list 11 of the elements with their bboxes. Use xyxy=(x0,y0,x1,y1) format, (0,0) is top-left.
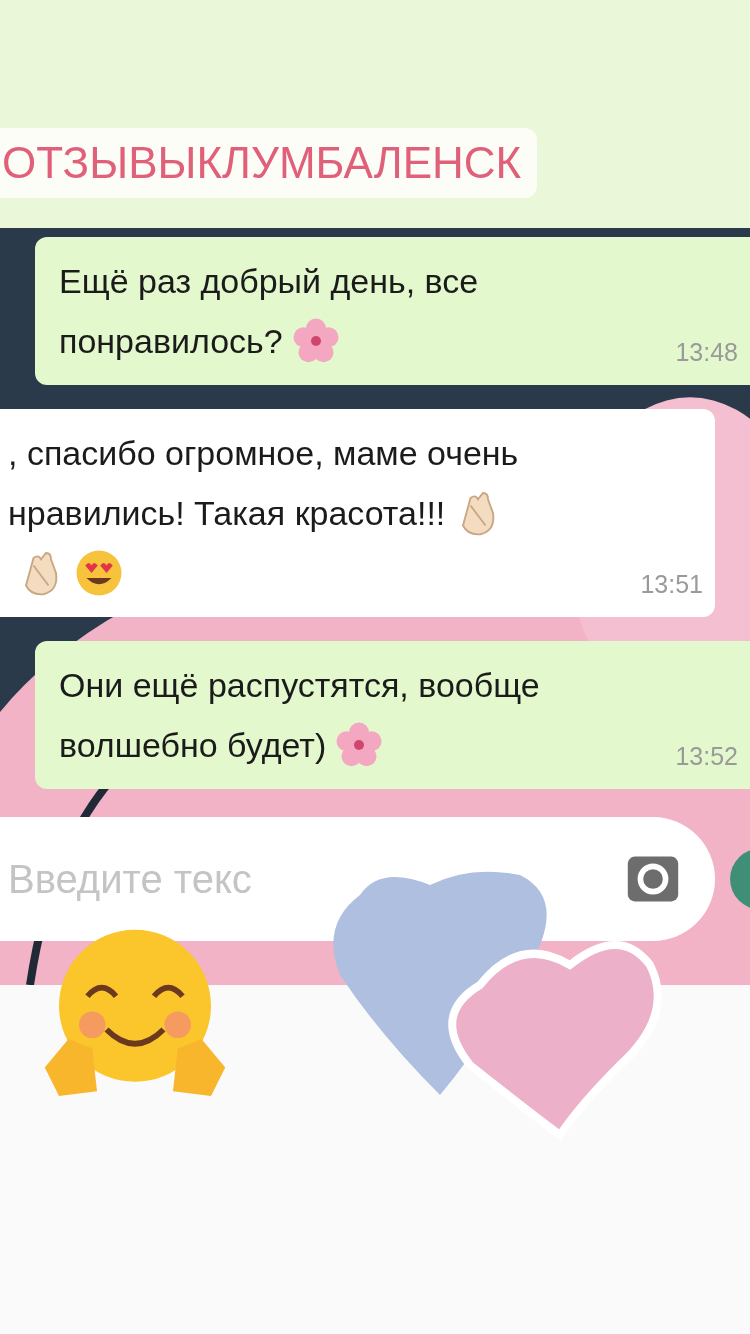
heart-eyes-face-icon xyxy=(74,548,124,598)
message-time: 13:52 xyxy=(675,742,738,772)
message-text: Они ещё распустятся, вообще xyxy=(59,665,540,706)
hashtag: ОТЗЫВЫКЛУМБАЛЕНСК xyxy=(0,128,538,198)
message-time: 13:48 xyxy=(675,338,738,368)
message-text: Ещё раз добрый день, все xyxy=(59,261,479,302)
message-text: волшебно будет) xyxy=(59,725,327,766)
message-text: , спасибо огромное, маме очень xyxy=(8,433,519,474)
message-text: понравилось? xyxy=(59,321,283,362)
message-time: 13:51 xyxy=(640,570,703,600)
message-text: нравились! Такая красота!!! xyxy=(8,493,446,534)
